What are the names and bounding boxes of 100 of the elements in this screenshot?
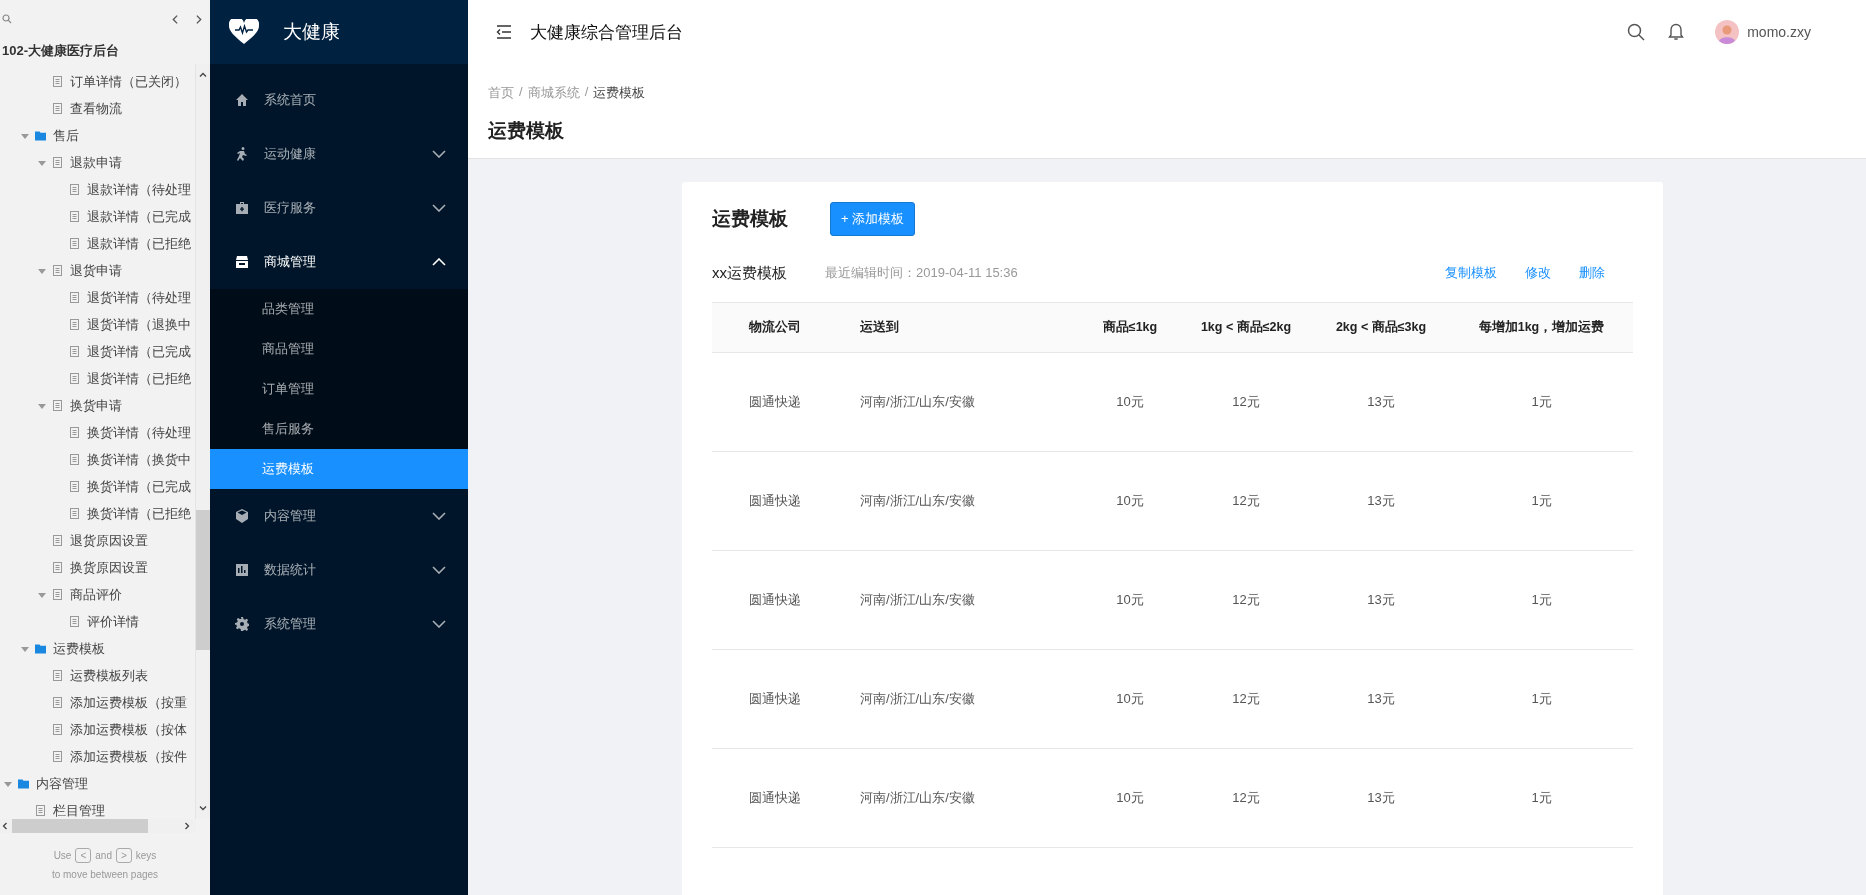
outline-item[interactable]: 退货详情（退换中: [87, 315, 191, 334]
outline-item[interactable]: 退款详情（已完成: [87, 207, 191, 226]
breadcrumb-separator: /: [519, 84, 523, 101]
brand-name: 大健康: [283, 20, 340, 44]
outline-item[interactable]: 栏目管理: [53, 801, 105, 819]
search-icon[interactable]: [1627, 23, 1646, 41]
menu-fold-icon[interactable]: [496, 25, 512, 39]
table-cell-text: 10元: [1115, 393, 1145, 411]
home-icon: [235, 93, 249, 107]
expand-toggle-icon[interactable]: [21, 644, 29, 653]
card-title: 运费模板: [712, 207, 788, 231]
table-cell-text: 10元: [1115, 492, 1145, 510]
outline-item[interactable]: 退货详情（待处理: [87, 288, 191, 307]
table-cell-text: 10元: [1115, 690, 1145, 708]
outline-item[interactable]: 添加运费模板（按件: [70, 747, 187, 766]
table-cell-text: 10元: [1115, 591, 1145, 609]
menu-item[interactable]: 运动健康: [210, 127, 468, 181]
outline-item[interactable]: 换货详情（换货中: [87, 450, 191, 469]
outline-item[interactable]: 退货详情（已完成: [87, 342, 191, 361]
outline-item[interactable]: 换货申请: [70, 396, 122, 415]
menu-item[interactable]: 医疗服务: [210, 181, 468, 235]
scrollbar-thumb[interactable]: [196, 510, 210, 650]
table-cell-text: 河南/浙江/山东/安徽: [859, 393, 976, 411]
outline-title: 102-大健康医疗后台: [1, 42, 121, 60]
outline-item[interactable]: 运费模板列表: [70, 666, 148, 685]
table-cell-text: 河南/浙江/山东/安徽: [859, 492, 976, 510]
scroll-left-icon[interactable]: [0, 821, 10, 831]
outline-item[interactable]: 退货详情（已拒绝: [87, 369, 191, 388]
user-name[interactable]: momo.zxy: [1747, 24, 1811, 40]
page-icon: [70, 616, 79, 627]
page-icon: [70, 373, 79, 384]
outline-item[interactable]: 退货申请: [70, 261, 122, 280]
page-title: 运费模板: [488, 119, 565, 143]
scroll-down-icon[interactable]: [198, 803, 208, 813]
table-cell-text: 13元: [1366, 393, 1396, 411]
page-icon: [53, 76, 62, 87]
table-cell-text: 圆通快递: [748, 591, 802, 609]
table-cell-text: 12元: [1231, 690, 1261, 708]
expand-toggle-icon[interactable]: [38, 401, 46, 410]
expand-toggle-icon[interactable]: [4, 779, 12, 788]
menu-item[interactable]: 系统管理: [210, 597, 468, 651]
table-cell-text: 圆通快递: [748, 789, 802, 807]
folder-icon: [18, 778, 29, 789]
shop-icon: [235, 255, 249, 269]
scroll-right-icon[interactable]: [182, 821, 192, 831]
menu-item[interactable]: 系统首页: [210, 73, 468, 127]
outline-item[interactable]: 换货详情（待处理: [87, 423, 191, 442]
settings-icon: [235, 617, 249, 631]
column-header: 每增加1kg，增加运费: [1477, 319, 1606, 336]
hint-text: Use: [53, 850, 72, 861]
chevron-icon: [432, 150, 446, 158]
breadcrumb-item: 运费模板: [593, 84, 646, 102]
column-header: 2kg < 商品≤3kg: [1334, 319, 1428, 336]
outline-item[interactable]: 内容管理: [36, 774, 88, 793]
outline-item[interactable]: 换货详情（已完成: [87, 477, 191, 496]
table-cell-text: 10元: [1115, 789, 1145, 807]
outline-item[interactable]: 添加运费模板（按体: [70, 720, 187, 739]
scrollbar-thumb[interactable]: [12, 819, 148, 833]
expand-toggle-icon[interactable]: [21, 131, 29, 140]
page-icon: [53, 103, 62, 114]
menu-item[interactable]: 数据统计: [210, 543, 468, 597]
table-cell-text: 13元: [1366, 690, 1396, 708]
submenu-item[interactable]: 售后服务: [210, 409, 468, 449]
page-icon: [70, 184, 79, 195]
avatar-icon[interactable]: [1715, 20, 1740, 44]
expand-toggle-icon[interactable]: [38, 266, 46, 275]
outline-item[interactable]: 退款详情（已拒绝: [87, 234, 191, 253]
table-cell-text: 1元: [1530, 492, 1553, 510]
submenu-item[interactable]: 品类管理: [210, 289, 468, 329]
outline-item[interactable]: 退款详情（待处理: [87, 180, 191, 199]
outline-item[interactable]: 运费模板: [53, 639, 105, 658]
menu-item[interactable]: 内容管理: [210, 489, 468, 543]
menu-item[interactable]: 商城管理: [210, 235, 468, 289]
submenu-item[interactable]: 订单管理: [210, 369, 468, 409]
outline-item[interactable]: 售后: [53, 126, 79, 145]
chevron-icon: [432, 258, 446, 266]
outline-item[interactable]: 换货详情（已拒绝: [87, 504, 191, 523]
page-icon: [70, 481, 79, 492]
table-cell-text: 12元: [1231, 591, 1261, 609]
expand-toggle-icon[interactable]: [38, 158, 46, 167]
outline-item[interactable]: 换货原因设置: [70, 558, 148, 577]
expand-toggle-icon[interactable]: [38, 590, 46, 599]
outline-item[interactable]: 商品评价: [70, 585, 122, 604]
scroll-up-icon[interactable]: [198, 70, 208, 80]
page-icon: [53, 751, 62, 762]
outline-item[interactable]: 退货原因设置: [70, 531, 148, 550]
bell-icon[interactable]: [1667, 23, 1686, 41]
page-icon: [53, 697, 62, 708]
outline-item[interactable]: 查看物流: [70, 99, 122, 118]
heart-logo-icon: [229, 19, 259, 45]
table-cell-text: 1元: [1530, 690, 1553, 708]
page-icon: [53, 562, 62, 573]
search-icon[interactable]: [2, 14, 12, 24]
submenu-item[interactable]: 商品管理: [210, 329, 468, 369]
breadcrumb-separator: /: [584, 84, 589, 101]
outline-item[interactable]: 退款申请: [70, 153, 122, 172]
chevron-icon: [432, 566, 446, 574]
outline-item[interactable]: 添加运费模板（按重: [70, 693, 187, 712]
outline-item[interactable]: 评价详情: [87, 612, 139, 631]
outline-item[interactable]: 订单详情（已关闭）: [70, 72, 187, 91]
